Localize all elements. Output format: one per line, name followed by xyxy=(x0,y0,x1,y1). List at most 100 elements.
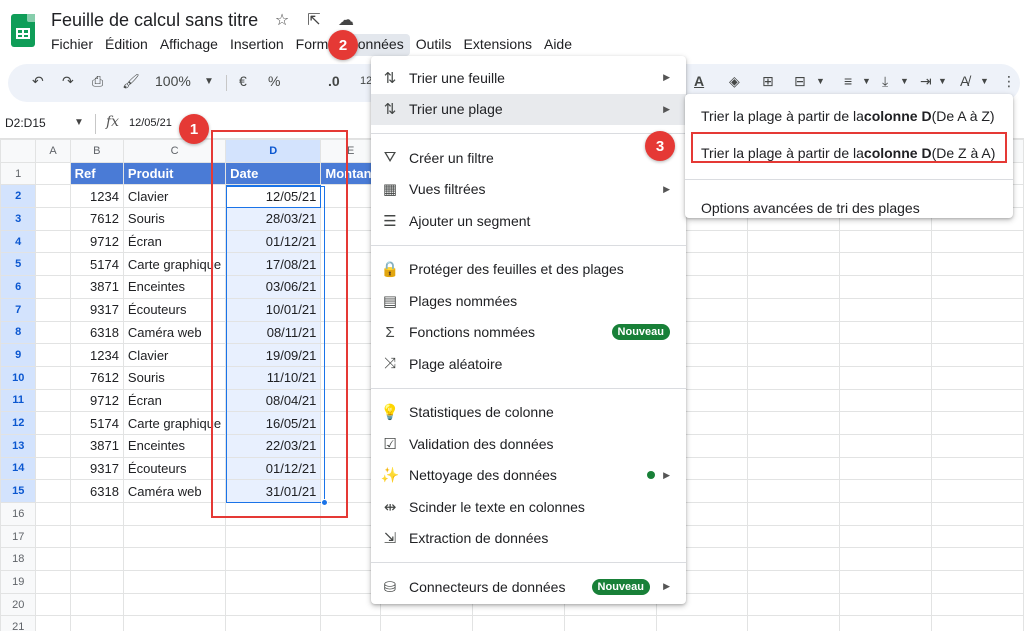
cell[interactable] xyxy=(747,320,841,345)
row-header[interactable]: 11 xyxy=(0,388,37,413)
cell[interactable] xyxy=(225,502,322,526)
merge-cells-icon[interactable]: ⊟ xyxy=(794,73,806,90)
cell[interactable] xyxy=(225,570,322,594)
cell[interactable] xyxy=(839,502,933,526)
cell[interactable] xyxy=(839,388,933,413)
row-header[interactable]: 3 xyxy=(0,207,37,231)
more-icon[interactable]: ⋮ xyxy=(1002,73,1016,90)
menu-item-lock[interactable]: 🔒 Protéger des feuilles et des plages xyxy=(371,254,686,286)
cell[interactable] xyxy=(839,275,933,299)
column-header-selected[interactable]: D xyxy=(225,139,322,163)
cell[interactable] xyxy=(122,570,227,594)
cell[interactable] xyxy=(839,592,933,617)
cell[interactable] xyxy=(931,479,1024,503)
row-header[interactable]: 5 xyxy=(0,252,37,277)
cell[interactable] xyxy=(839,479,933,503)
cell-produit[interactable]: Clavier xyxy=(122,343,227,367)
row-header[interactable]: 10 xyxy=(0,365,37,390)
star-icon[interactable]: ☆ xyxy=(272,10,292,30)
cell[interactable] xyxy=(747,524,841,549)
name-box[interactable]: D2:D15 xyxy=(5,116,46,130)
menu-aide[interactable]: Aide xyxy=(538,34,578,56)
menu-fichier[interactable]: Fichier xyxy=(45,34,99,56)
cell[interactable] xyxy=(35,275,71,299)
cell[interactable] xyxy=(655,615,749,631)
align-chevron-icon[interactable]: ▼ xyxy=(862,76,871,86)
cell[interactable] xyxy=(225,615,322,631)
cell[interactable] xyxy=(747,365,841,390)
cell[interactable] xyxy=(35,456,71,481)
menu-item-shuffle[interactable]: ⤨ Plage aléatoire xyxy=(371,348,686,380)
cell[interactable] xyxy=(839,433,933,458)
cell[interactable] xyxy=(839,524,933,549)
cell-ref[interactable]: 3871 xyxy=(69,433,124,458)
cell[interactable] xyxy=(931,297,1024,322)
cell[interactable] xyxy=(122,592,227,617)
menu-extensions[interactable]: Extensions xyxy=(458,34,538,56)
cell[interactable] xyxy=(839,297,933,322)
rotation-chevron-icon[interactable]: ▼ xyxy=(980,76,989,86)
row-header[interactable]: 21 xyxy=(0,615,37,631)
cell[interactable] xyxy=(35,297,71,322)
row-header[interactable]: 17 xyxy=(0,524,37,549)
menu-item-filter[interactable]: ⛛ Créer un filtre xyxy=(371,142,686,174)
cell-produit[interactable]: Souris xyxy=(122,365,227,390)
wrap-chevron-icon[interactable]: ▼ xyxy=(938,76,947,86)
cell[interactable] xyxy=(839,547,933,572)
cell-produit[interactable]: Enceintes xyxy=(122,433,227,458)
menu-item-named-ranges[interactable]: ▤ Plages nommées xyxy=(371,285,686,317)
cell[interactable] xyxy=(35,502,71,526)
cell[interactable] xyxy=(839,615,933,631)
cell-produit[interactable]: Caméra web xyxy=(122,479,227,503)
undo-icon[interactable]: ↶ xyxy=(32,73,44,90)
cell-produit[interactable]: Écran xyxy=(122,229,227,254)
row-header[interactable]: 2 xyxy=(0,184,37,209)
cell-produit[interactable]: Souris xyxy=(122,207,227,231)
cell[interactable] xyxy=(839,229,933,254)
cell[interactable] xyxy=(931,524,1024,549)
cell-date[interactable]: 01/12/21 xyxy=(225,456,322,481)
cell[interactable] xyxy=(839,365,933,390)
row-header[interactable]: 1 xyxy=(0,161,37,186)
cell[interactable] xyxy=(69,592,124,617)
cell-produit[interactable]: Carte graphique xyxy=(122,411,227,435)
cell[interactable] xyxy=(747,343,841,367)
cell[interactable] xyxy=(931,275,1024,299)
cell[interactable] xyxy=(69,570,124,594)
cell[interactable] xyxy=(931,411,1024,435)
cell[interactable] xyxy=(471,615,565,631)
row-header[interactable]: 9 xyxy=(0,343,37,367)
row-header[interactable]: 8 xyxy=(0,320,37,345)
cell[interactable] xyxy=(747,502,841,526)
cell-date[interactable]: 16/05/21 xyxy=(225,411,322,435)
cell[interactable] xyxy=(839,570,933,594)
zoom-select[interactable]: 100% xyxy=(155,73,191,89)
fill-color-icon[interactable]: ◈ xyxy=(729,73,740,90)
cell[interactable] xyxy=(35,229,71,254)
cell-produit[interactable]: Enceintes xyxy=(122,275,227,299)
row-header[interactable]: 16 xyxy=(0,502,37,526)
cell[interactable] xyxy=(747,388,841,413)
fill-handle[interactable] xyxy=(321,499,328,506)
cell-date[interactable]: 31/01/21 xyxy=(225,479,322,503)
cell[interactable] xyxy=(35,320,71,345)
cell[interactable] xyxy=(35,524,71,549)
row-header[interactable]: 14 xyxy=(0,456,37,481)
cloud-status-icon[interactable]: ☁ xyxy=(336,10,356,30)
cell[interactable] xyxy=(747,433,841,458)
menu-item-lightbulb[interactable]: 💡 Statistiques de colonne xyxy=(371,397,686,429)
currency-format-button[interactable]: € xyxy=(239,73,247,89)
cell[interactable] xyxy=(35,411,71,435)
row-header[interactable]: 18 xyxy=(0,547,37,572)
cell-date[interactable]: 03/06/21 xyxy=(225,275,322,299)
menu-affichage[interactable]: Affichage xyxy=(154,34,224,56)
cell-date[interactable]: 08/04/21 xyxy=(225,388,322,413)
cell-date[interactable]: 10/01/21 xyxy=(225,297,322,322)
cell[interactable] xyxy=(839,252,933,277)
cell-ref[interactable]: 9317 xyxy=(69,456,124,481)
borders-icon[interactable]: ⊞ xyxy=(762,73,774,90)
menu-insertion[interactable]: Insertion xyxy=(224,34,290,56)
cell[interactable] xyxy=(931,456,1024,481)
sort-advanced-options-item[interactable]: Options avancées de tri des plages xyxy=(685,192,1013,224)
cell[interactable] xyxy=(747,411,841,435)
